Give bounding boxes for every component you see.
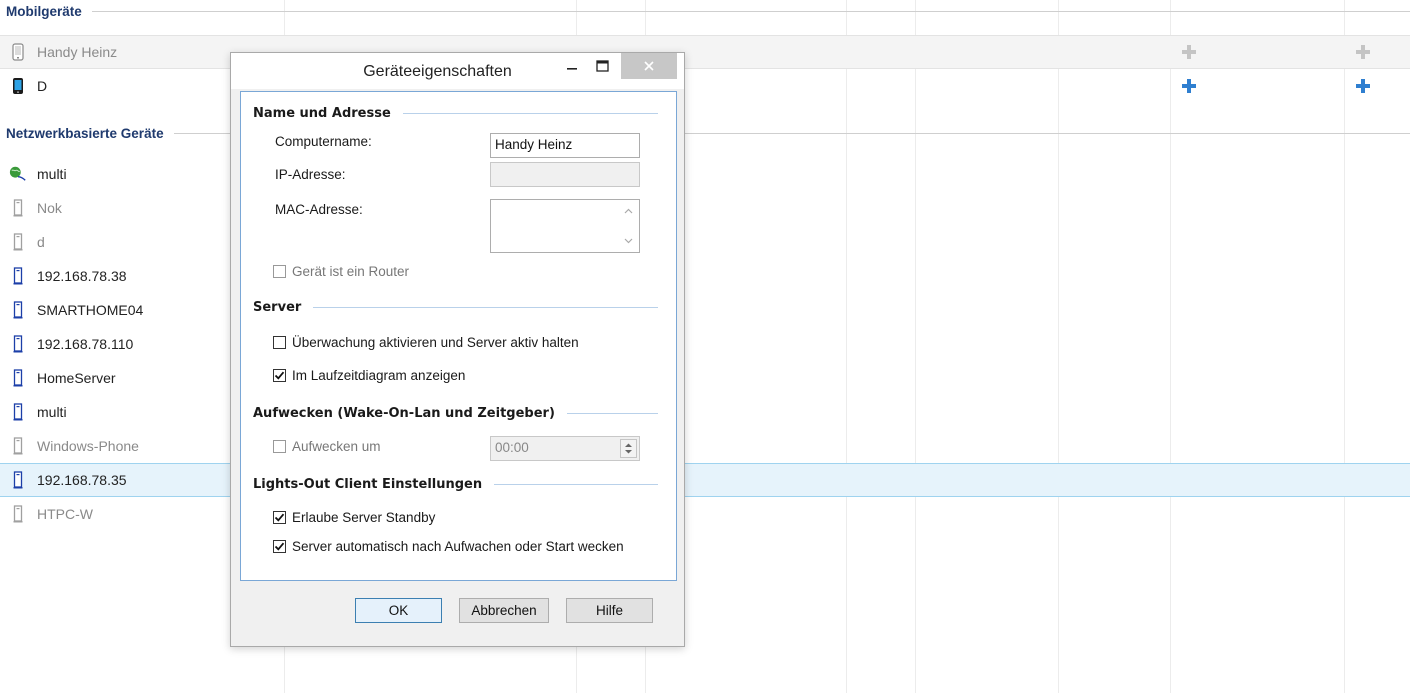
checkmark-icon — [274, 542, 285, 551]
minimize-icon[interactable] — [557, 53, 587, 79]
group-title: Aufwecken (Wake-On-Lan und Zeitgeber) — [253, 405, 555, 421]
computername-label: Computername: — [275, 134, 372, 149]
section-title-network: Netzwerkbasierte Geräte — [0, 125, 174, 141]
add-dim-icon[interactable] — [1182, 45, 1196, 59]
ip-input[interactable] — [490, 162, 640, 187]
computer-tower-icon — [9, 504, 27, 524]
computer-tower-icon — [9, 300, 27, 320]
monitor-label: Überwachung aktivieren und Server aktiv … — [292, 335, 579, 350]
device-row[interactable]: d — [0, 225, 1410, 259]
device-row[interactable]: 192.168.78.35 — [0, 463, 1410, 497]
device-row[interactable]: 192.168.78.110 — [0, 327, 1410, 361]
ip-label: IP-Adresse: — [275, 167, 346, 182]
computer-tower-icon — [9, 198, 27, 218]
computer-tower-icon — [9, 402, 27, 422]
group-client: Lights-Out Client Einstellungen — [253, 475, 658, 493]
uptime-label: Im Laufzeitdiagram anzeigen — [292, 368, 466, 383]
wake-time-input[interactable]: 00:00 — [490, 436, 640, 461]
wake-label: Aufwecken um — [292, 439, 381, 454]
group-title: Server — [253, 299, 302, 315]
add-icon[interactable] — [1182, 79, 1196, 93]
device-row-d[interactable]: D — [0, 69, 1410, 103]
autowake-checkbox[interactable]: Server automatisch nach Aufwachen oder S… — [273, 539, 624, 554]
device-label: Windows-Phone — [37, 438, 139, 454]
router-label: Gerät ist ein Router — [292, 264, 410, 279]
computer-tower-icon — [9, 368, 27, 388]
checkbox-box[interactable] — [273, 440, 286, 453]
checkbox-box[interactable] — [273, 336, 286, 349]
standby-checkbox[interactable]: Erlaube Server Standby — [273, 510, 435, 525]
dialog-content-panel: Name und Adresse Computername: Handy Hei… — [240, 91, 677, 581]
add-icon[interactable] — [1356, 79, 1370, 93]
add-dim-icon[interactable] — [1356, 45, 1370, 59]
device-label: Handy Heinz — [37, 44, 118, 60]
time-spinner-icon[interactable] — [620, 439, 637, 458]
device-row[interactable]: Windows-Phone — [0, 429, 1410, 463]
device-row[interactable]: HTPC-W — [0, 497, 1410, 531]
device-label: 192.168.78.35 — [37, 472, 127, 488]
checkbox-box[interactable] — [273, 265, 286, 278]
computername-input[interactable]: Handy Heinz — [490, 133, 640, 158]
device-label: SMARTHOME04 — [37, 302, 144, 318]
computer-tower-icon — [9, 266, 27, 286]
device-row[interactable]: SMARTHOME04 — [0, 293, 1410, 327]
device-row[interactable]: multi — [0, 395, 1410, 429]
device-label: HomeServer — [37, 370, 116, 386]
device-label: d — [37, 234, 45, 250]
computer-tower-icon — [9, 470, 27, 490]
device-label: multi — [37, 404, 67, 420]
device-properties-dialog: Geräteeigenschaften Name und Adresse Com… — [230, 52, 685, 647]
section-mobile-devices: Mobilgeräte — [0, 0, 1410, 22]
standby-label: Erlaube Server Standby — [292, 510, 436, 525]
scroll-up-icon[interactable] — [624, 208, 633, 214]
checkbox-box[interactable] — [273, 369, 286, 382]
uptime-checkbox[interactable]: Im Laufzeitdiagram anzeigen — [273, 368, 465, 383]
checkbox-box[interactable] — [273, 540, 286, 553]
network-globe-icon — [9, 164, 27, 184]
device-row[interactable]: Nok — [0, 191, 1410, 225]
section-title-mobile: Mobilgeräte — [0, 3, 92, 19]
help-button[interactable]: Hilfe — [566, 598, 653, 623]
ok-button[interactable]: OK — [355, 598, 442, 623]
mobile-phone-icon — [9, 76, 27, 96]
device-row-handy-heinz[interactable]: Handy Heinz — [0, 35, 1410, 69]
mobile-phone-icon — [9, 42, 27, 62]
group-name-address: Name und Adresse — [253, 104, 658, 122]
group-title: Name und Adresse — [253, 105, 391, 121]
group-wake: Aufwecken (Wake-On-Lan und Zeitgeber) — [253, 404, 658, 422]
mac-label: MAC-Adresse: — [275, 202, 363, 217]
computer-tower-icon — [9, 334, 27, 354]
device-row[interactable]: HomeServer — [0, 361, 1410, 395]
device-label: Nok — [37, 200, 62, 216]
checkbox-box[interactable] — [273, 511, 286, 524]
device-label: HTPC-W — [37, 506, 93, 522]
dialog-titlebar[interactable]: Geräteeigenschaften — [231, 53, 684, 89]
mac-textarea[interactable] — [490, 199, 640, 253]
wake-time-value: 00:00 — [495, 440, 529, 455]
monitor-checkbox[interactable]: Überwachung aktivieren und Server aktiv … — [273, 335, 579, 350]
cancel-button[interactable]: Abbrechen — [459, 598, 549, 623]
wake-checkbox[interactable]: Aufwecken um — [273, 439, 381, 454]
group-title: Lights-Out Client Einstellungen — [253, 476, 483, 492]
checkmark-icon — [274, 371, 285, 380]
device-row[interactable]: 192.168.78.38 — [0, 259, 1410, 293]
maximize-icon[interactable] — [587, 53, 617, 79]
computer-tower-icon — [9, 232, 27, 252]
section-network-devices: Netzwerkbasierte Geräte — [0, 122, 1410, 144]
device-label: 192.168.78.38 — [37, 268, 127, 284]
device-label: D — [37, 78, 48, 94]
checkmark-icon — [274, 513, 285, 522]
device-label: 192.168.78.110 — [37, 336, 134, 352]
scroll-down-icon[interactable] — [624, 238, 633, 244]
autowake-label: Server automatisch nach Aufwachen oder S… — [292, 539, 624, 554]
router-checkbox[interactable]: Gerät ist ein Router — [273, 264, 409, 279]
group-server: Server — [253, 298, 658, 316]
device-row[interactable]: multi — [0, 157, 1410, 191]
computer-tower-icon — [9, 436, 27, 456]
device-label: multi — [37, 166, 67, 182]
close-icon[interactable] — [621, 53, 677, 79]
